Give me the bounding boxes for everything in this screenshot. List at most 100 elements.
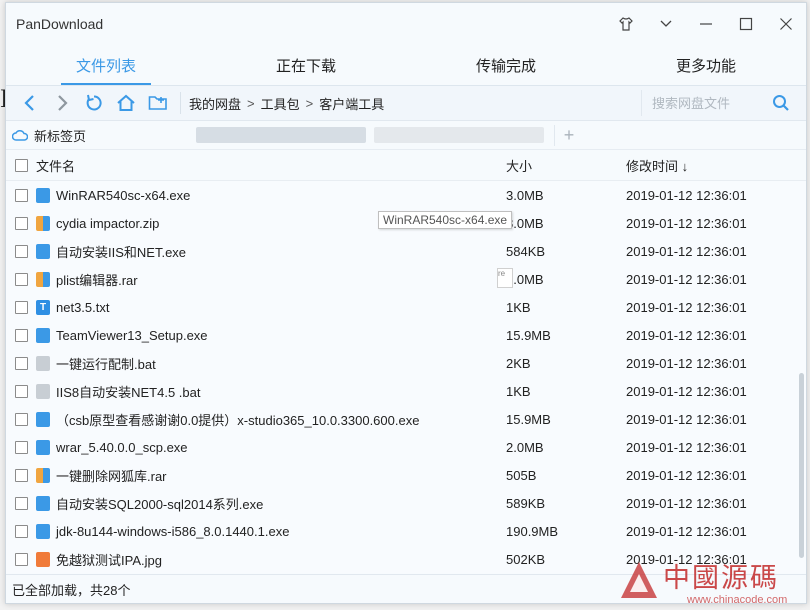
filename-tooltip: WinRAR540sc-x64.exe <box>378 211 513 229</box>
row-checkbox[interactable] <box>14 552 28 566</box>
file-date: 2019-01-12 12:36:01 <box>626 187 747 203</box>
select-all-checkbox[interactable] <box>14 158 28 172</box>
row-checkbox[interactable] <box>14 300 28 314</box>
file-date: 2019-01-12 12:36:01 <box>626 523 747 539</box>
browser-tab-bar: 新标签页 + <box>6 121 806 150</box>
tab-more-features[interactable]: 更多功能 <box>606 45 806 85</box>
nav-divider <box>180 92 181 114</box>
breadcrumb-separator: > <box>305 95 314 111</box>
search-input[interactable] <box>650 94 772 112</box>
file-size: 2.0MB <box>506 439 544 455</box>
file-size: 584KB <box>506 243 546 259</box>
minimize-icon <box>700 23 712 25</box>
table-row[interactable]: plist编辑器.rar 8.0MB 2019-01-12 12:36:01 <box>6 265 806 293</box>
row-checkbox[interactable] <box>14 440 28 454</box>
table-row[interactable]: TeamViewer13_Setup.exe 15.9MB 2019-01-12 1… <box>6 321 806 349</box>
row-checkbox[interactable] <box>14 524 28 538</box>
file-name-cell[interactable]: TeamViewer13_Setup.exe <box>36 327 506 343</box>
file-name-cell[interactable]: 一键运行配制.bat <box>36 354 506 373</box>
row-checkbox[interactable] <box>14 496 28 510</box>
menu-dropdown-button[interactable] <box>646 3 686 45</box>
text-file-icon: T <box>36 299 50 315</box>
file-name-cell[interactable]: wrar_5.40.0.0_scp.exe <box>36 439 506 455</box>
file-name-cell[interactable]: 一键删除网狐库.rar <box>36 466 506 485</box>
cloud-icon <box>12 130 28 141</box>
column-header-size[interactable]: 大小 <box>506 156 626 175</box>
home-button[interactable] <box>110 87 142 119</box>
tab-downloading[interactable]: 正在下载 <box>206 45 406 85</box>
file-name-cell[interactable]: WinRAR540sc-x64.exe <box>36 187 506 203</box>
breadcrumb-item-toolkit[interactable]: 工具包 <box>261 94 300 113</box>
row-checkbox[interactable] <box>14 328 28 342</box>
breadcrumb-item-client-tools[interactable]: 客户端工具 <box>319 94 384 113</box>
browser-tab-new[interactable]: 新标签页 <box>6 126 188 145</box>
row-checkbox-cell <box>6 524 36 538</box>
table-row[interactable]: Tnet3.5.txt 1KB 2019-01-12 12:36:01 <box>6 293 806 321</box>
file-name-cell[interactable]: 免越狱测试IPA.jpg <box>36 550 506 569</box>
column-header-name[interactable]: 文件名 <box>36 156 506 175</box>
file-name-cell[interactable]: Tnet3.5.txt <box>36 299 506 315</box>
exe-file-icon <box>36 411 50 427</box>
row-checkbox[interactable] <box>14 216 28 230</box>
row-checkbox-cell <box>6 468 36 482</box>
refresh-icon <box>86 94 102 111</box>
add-tab-button[interactable]: + <box>554 124 583 146</box>
maximize-button[interactable] <box>726 3 766 45</box>
table-row[interactable]: 自动安装IIS和NET.exe 584KB 2019-01-12 12:36:01 <box>6 237 806 265</box>
file-date: 2019-01-12 12:36:01 <box>626 243 747 259</box>
file-size: 1KB <box>506 383 531 399</box>
row-checkbox[interactable] <box>14 412 28 426</box>
file-name: 一键删除网狐库.rar <box>56 468 167 484</box>
watermark-logo <box>621 562 657 598</box>
tab-completed[interactable]: 传输完成 <box>406 45 606 85</box>
file-name-cell[interactable]: 自动安装IIS和NET.exe <box>36 242 506 261</box>
row-checkbox[interactable] <box>14 356 28 370</box>
breadcrumb: 我的网盘 > 工具包 > 客户端工具 <box>189 94 641 113</box>
table-row[interactable]: wrar_5.40.0.0_scp.exe 2.0MB 2019-01-12 12:… <box>6 433 806 461</box>
new-folder-button[interactable] <box>142 87 174 119</box>
row-checkbox[interactable] <box>14 244 28 258</box>
watermark-title: 中國源碼 <box>663 563 779 594</box>
search-icon[interactable] <box>772 94 790 112</box>
row-checkbox[interactable] <box>14 468 28 482</box>
table-row[interactable]: IIS8自动安装NET4.5 .bat 1KB 2019-01-12 12:36:0… <box>6 377 806 405</box>
back-icon <box>24 95 34 111</box>
table-row[interactable]: 一键运行配制.bat 2KB 2019-01-12 12:36:01 <box>6 349 806 377</box>
row-checkbox[interactable] <box>14 188 28 202</box>
file-size: 190.9MB <box>506 523 559 539</box>
browser-tab-label: 新标签页 <box>34 128 87 144</box>
breadcrumb-item-my-drive[interactable]: 我的网盘 <box>189 94 241 113</box>
table-row[interactable]: WinRAR540sc-x64.exe 3.0MB 2019-01-12 12:36… <box>6 181 806 209</box>
file-name-cell[interactable]: 自动安装SQL2000-sql2014系列.exe <box>36 494 506 513</box>
file-name-cell[interactable]: （csb原型查看感谢谢0.0提供）x-studio365_10.0.3300.6… <box>36 410 506 429</box>
file-name-cell[interactable]: plist编辑器.rar <box>36 270 506 289</box>
nav-buttons <box>6 87 174 119</box>
tab-file-list[interactable]: 文件列表 <box>6 45 206 85</box>
title-bar[interactable]: PanDownload <box>6 3 806 45</box>
blurred-tab-1[interactable] <box>196 127 366 143</box>
archive-file-icon <box>36 271 50 287</box>
back-button[interactable] <box>14 87 46 119</box>
forward-button[interactable] <box>46 87 78 119</box>
minimize-button[interactable] <box>686 3 726 45</box>
file-name-cell[interactable]: jdk-8u144-windows-i586_8.0.1440.1.exe <box>36 523 506 539</box>
file-name-cell[interactable]: IIS8自动安装NET4.5 .bat <box>36 382 506 401</box>
table-row[interactable]: jdk-8u144-windows-i586_8.0.1440.1.exe 190… <box>6 517 806 545</box>
row-checkbox[interactable] <box>14 384 28 398</box>
watermark: 中國源碼 www.chinacode.com <box>615 556 805 606</box>
skin-button[interactable] <box>606 3 646 45</box>
table-row[interactable]: 一键删除网狐库.rar 505B 2019-01-12 12:36:01 <box>6 461 806 489</box>
exe-file-icon <box>36 523 50 539</box>
file-date: 2019-01-12 12:36:01 <box>626 215 747 231</box>
blurred-tab-2[interactable] <box>374 127 544 143</box>
row-checkbox-cell <box>6 188 36 202</box>
image-file-icon <box>36 551 50 567</box>
refresh-button[interactable] <box>78 87 110 119</box>
scrollbar[interactable] <box>799 373 804 558</box>
row-checkbox[interactable] <box>14 272 28 286</box>
shirt-icon <box>619 17 633 31</box>
table-row[interactable]: （csb原型查看感谢谢0.0提供）x-studio365_10.0.3300.6… <box>6 405 806 433</box>
column-header-date[interactable]: 修改时间 ↓ <box>626 156 796 175</box>
close-button[interactable] <box>766 3 806 45</box>
table-row[interactable]: 自动安装SQL2000-sql2014系列.exe 589KB 2019-01-12… <box>6 489 806 517</box>
